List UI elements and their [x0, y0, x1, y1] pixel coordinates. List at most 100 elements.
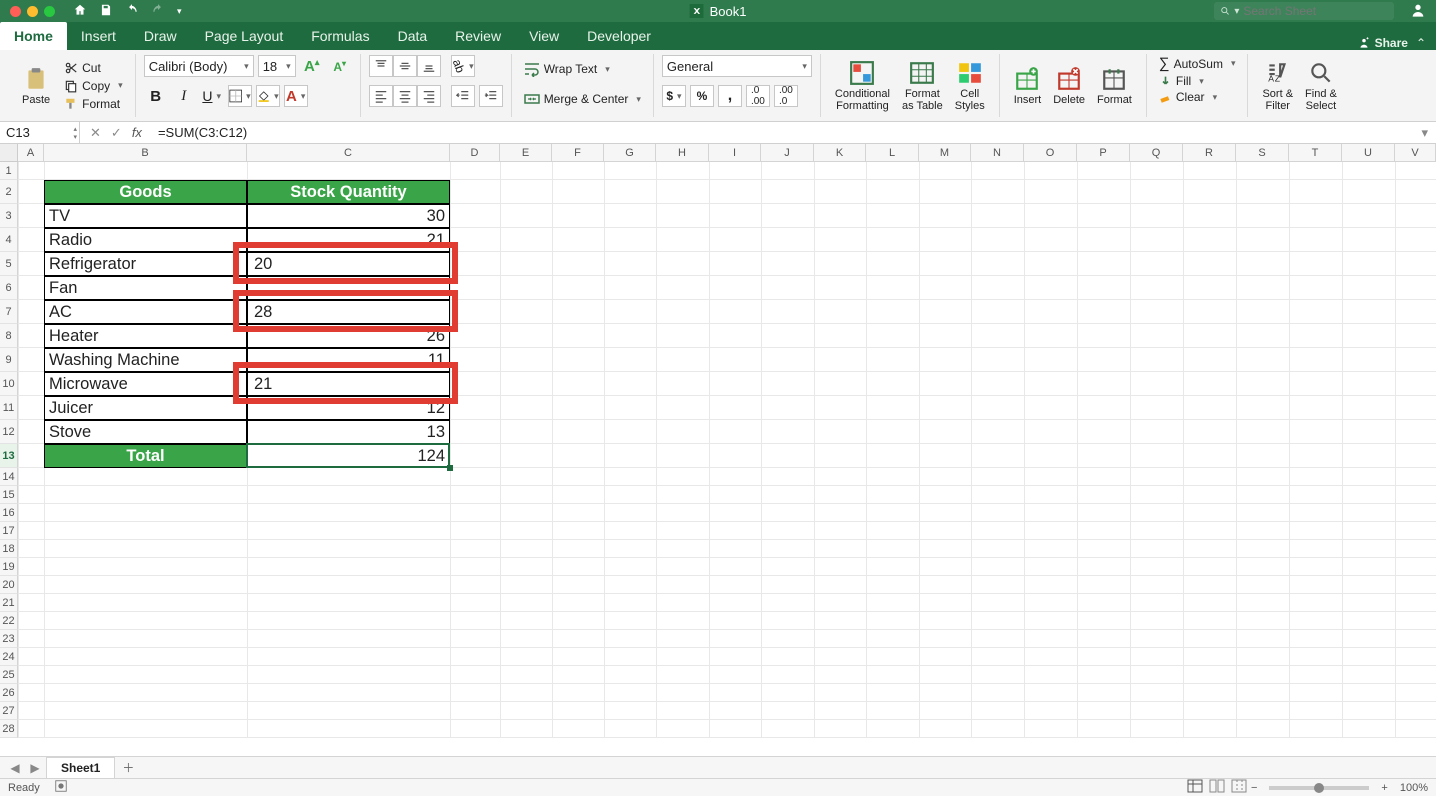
cell-C2[interactable]: Stock Quantity: [247, 180, 450, 204]
align-bottom-button[interactable]: [417, 55, 441, 77]
align-top-button[interactable]: [369, 55, 393, 77]
align-right-button[interactable]: [417, 85, 441, 107]
search-sheet-input[interactable]: [1243, 4, 1388, 18]
row-header-8[interactable]: 8: [0, 324, 18, 348]
cancel-formula-icon[interactable]: ✕: [90, 125, 101, 141]
cell-C4[interactable]: 21: [247, 228, 450, 252]
tab-data[interactable]: Data: [384, 22, 442, 50]
row-header-26[interactable]: 26: [0, 684, 18, 702]
cell-B11[interactable]: Juicer: [44, 396, 247, 420]
cell-styles-button[interactable]: Cell Styles: [949, 60, 991, 112]
row-header-18[interactable]: 18: [0, 540, 18, 558]
percent-button[interactable]: %: [690, 85, 714, 107]
tab-insert[interactable]: Insert: [67, 22, 130, 50]
tab-draw[interactable]: Draw: [130, 22, 191, 50]
tab-home[interactable]: Home: [0, 22, 67, 50]
row-header-9[interactable]: 9: [0, 348, 18, 372]
cut-button[interactable]: Cut: [60, 60, 127, 76]
cell-C7[interactable]: 28: [247, 300, 450, 324]
merge-center-button[interactable]: Merge & Center▾: [520, 84, 645, 114]
qat-chevron-icon[interactable]: ▾: [177, 6, 182, 17]
macro-record-icon[interactable]: [40, 779, 68, 796]
cell-C9[interactable]: 11: [247, 348, 450, 372]
close-window-button[interactable]: [10, 6, 21, 17]
cell-B7[interactable]: AC: [44, 300, 247, 324]
col-header-E[interactable]: E: [500, 144, 552, 162]
number-format-select[interactable]: General▾: [662, 55, 812, 77]
bold-button[interactable]: B: [144, 85, 168, 107]
col-header-T[interactable]: T: [1289, 144, 1342, 162]
fill-color-button[interactable]: ▾: [256, 85, 280, 107]
copy-button[interactable]: Copy▾: [60, 78, 127, 94]
col-header-P[interactable]: P: [1077, 144, 1130, 162]
cell-C13[interactable]: 124: [247, 444, 450, 468]
conditional-formatting-button[interactable]: Conditional Formatting: [829, 60, 896, 112]
row-header-21[interactable]: 21: [0, 594, 18, 612]
col-header-U[interactable]: U: [1342, 144, 1395, 162]
name-box[interactable]: C13 ▴▾: [0, 122, 80, 143]
decrease-font-button[interactable]: A▾: [328, 55, 352, 77]
fill-button[interactable]: Fill▾: [1155, 73, 1240, 89]
italic-button[interactable]: I: [172, 85, 196, 107]
sheet-nav-prev[interactable]: ◀: [6, 759, 24, 777]
cell-C3[interactable]: 30: [247, 204, 450, 228]
delete-cells-button[interactable]: Delete: [1047, 66, 1091, 106]
col-header-O[interactable]: O: [1024, 144, 1077, 162]
row-header-23[interactable]: 23: [0, 630, 18, 648]
find-select-button[interactable]: Find & Select: [1299, 60, 1343, 112]
row-header-6[interactable]: 6: [0, 276, 18, 300]
sheet-nav-next[interactable]: ▶: [26, 759, 44, 777]
cell-B5[interactable]: Refrigerator: [44, 252, 247, 276]
align-left-button[interactable]: [369, 85, 393, 107]
minimize-window-button[interactable]: [27, 6, 38, 17]
sort-filter-button[interactable]: AZSort & Filter: [1256, 60, 1299, 112]
cell-B13[interactable]: Total: [44, 444, 247, 468]
row-header-5[interactable]: 5: [0, 252, 18, 276]
tab-developer[interactable]: Developer: [573, 22, 665, 50]
decrease-decimal-button[interactable]: .00.0: [774, 85, 798, 107]
col-header-H[interactable]: H: [656, 144, 709, 162]
share-button[interactable]: Share: [1357, 36, 1408, 50]
accept-formula-icon[interactable]: ✓: [111, 125, 122, 141]
align-middle-button[interactable]: [393, 55, 417, 77]
collapse-ribbon-icon[interactable]: ⌃: [1416, 36, 1426, 50]
zoom-in-button[interactable]: +: [1377, 782, 1391, 794]
row-header-17[interactable]: 17: [0, 522, 18, 540]
tab-page-layout[interactable]: Page Layout: [191, 22, 298, 50]
normal-view-icon[interactable]: [1187, 779, 1203, 796]
col-header-N[interactable]: N: [971, 144, 1024, 162]
col-header-J[interactable]: J: [761, 144, 814, 162]
formula-input[interactable]: =SUM(C3:C12): [152, 125, 1414, 140]
save-icon[interactable]: [99, 3, 113, 20]
increase-font-button[interactable]: A▴: [300, 55, 324, 77]
maximize-window-button[interactable]: [44, 6, 55, 17]
cell-B10[interactable]: Microwave: [44, 372, 247, 396]
spreadsheet-grid[interactable]: 1234567891011121314151617181920212223242…: [0, 162, 1436, 738]
col-header-S[interactable]: S: [1236, 144, 1289, 162]
increase-decimal-button[interactable]: .0.00: [746, 85, 770, 107]
page-break-view-icon[interactable]: [1231, 779, 1247, 796]
user-icon[interactable]: [1410, 2, 1426, 21]
col-header-K[interactable]: K: [814, 144, 866, 162]
redo-icon[interactable]: [151, 3, 165, 20]
col-header-A[interactable]: A: [18, 144, 44, 162]
paste-button[interactable]: Paste: [16, 66, 56, 106]
autosum-button[interactable]: ∑AutoSum▾: [1155, 54, 1240, 73]
col-header-G[interactable]: G: [604, 144, 656, 162]
select-all-corner[interactable]: [0, 144, 18, 162]
row-header-1[interactable]: 1: [0, 162, 18, 180]
row-header-13[interactable]: 13: [0, 444, 18, 468]
col-header-D[interactable]: D: [450, 144, 500, 162]
col-header-R[interactable]: R: [1183, 144, 1236, 162]
tab-review[interactable]: Review: [441, 22, 515, 50]
row-header-3[interactable]: 3: [0, 204, 18, 228]
currency-button[interactable]: $▾: [662, 85, 686, 107]
row-header-16[interactable]: 16: [0, 504, 18, 522]
expand-formula-bar-icon[interactable]: ▾: [1413, 125, 1436, 141]
col-header-C[interactable]: C: [247, 144, 450, 162]
cell-C8[interactable]: 26: [247, 324, 450, 348]
cell-B4[interactable]: Radio: [44, 228, 247, 252]
row-header-11[interactable]: 11: [0, 396, 18, 420]
col-header-Q[interactable]: Q: [1130, 144, 1183, 162]
cell-B2[interactable]: Goods: [44, 180, 247, 204]
